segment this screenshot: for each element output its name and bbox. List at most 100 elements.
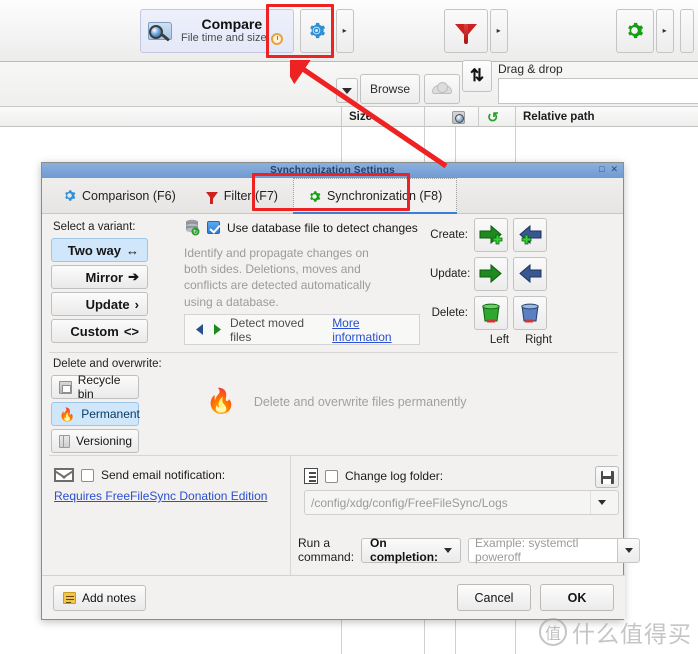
notifications-section: Send email notification: Requires FreeFi…	[42, 456, 641, 578]
green-trash-icon	[482, 303, 500, 323]
run-command-history-dropdown[interactable]	[618, 537, 641, 563]
email-notification-label: Send email notification:	[101, 468, 226, 482]
column-header-size[interactable]: Size	[349, 107, 372, 127]
green-right-arrow-icon	[479, 263, 502, 284]
browse-button[interactable]: Browse	[360, 74, 420, 104]
flame-icon: 🔥	[206, 388, 236, 415]
dragdrop-field[interactable]	[498, 78, 698, 104]
more-information-link[interactable]: More information	[332, 316, 419, 344]
tab-synchronization[interactable]: Synchronization (F8)	[292, 178, 458, 214]
cloud-button[interactable]	[424, 74, 460, 104]
filter-dropdown[interactable]: ▸	[489, 8, 508, 53]
chevron-down-icon	[624, 547, 633, 553]
dragdrop-label: Drag & drop	[498, 62, 563, 76]
tab-comparison[interactable]: Comparison (F6)	[48, 178, 191, 213]
red-funnel-icon	[454, 24, 477, 44]
compare-subtitle: File time and size	[181, 32, 267, 45]
delete-option-versioning[interactable]: Versioning	[51, 429, 139, 453]
create-right-button[interactable]	[513, 218, 547, 252]
add-notes-button[interactable]: Add notes	[53, 584, 147, 611]
toolbar-edge-button[interactable]	[679, 8, 694, 53]
variant-section-label: Select a variant:	[53, 221, 136, 233]
donation-edition-link[interactable]: Requires FreeFileSync Donation Edition	[54, 489, 267, 503]
delete-overwrite-label: Delete and overwrite:	[53, 358, 162, 370]
run-command-placeholder: Example: systemctl poweroff	[475, 536, 579, 564]
delete-right-button[interactable]	[513, 296, 547, 330]
compare-button[interactable]: Compare File time and size	[140, 8, 294, 53]
sync-settings-button[interactable]	[615, 8, 654, 53]
versioning-icon	[59, 434, 70, 448]
run-command-trigger-select[interactable]: On completion:	[361, 536, 462, 564]
blue-gear-icon	[65, 190, 76, 201]
right-arrow-icon: ➔	[128, 269, 139, 284]
action-row-update: Update:	[430, 257, 620, 291]
variant-option-custom[interactable]: Custom <>	[51, 319, 148, 343]
column-header-relative-path[interactable]: Relative path	[523, 107, 595, 127]
chevron-down-icon	[597, 500, 606, 505]
variant-section: Select a variant: Two way ↔ Mirror ➔ Upd…	[42, 214, 625, 353]
create-left-button[interactable]	[474, 218, 508, 252]
delete-label: Delete:	[431, 307, 468, 319]
dialog-title: Synchronization Settings	[270, 165, 395, 176]
create-label: Create:	[430, 229, 468, 241]
delete-overwrite-section: Delete and overwrite: Recycle bin 🔥 Perm…	[42, 353, 625, 455]
tab-label: Filter (F7)	[223, 188, 278, 203]
variant-option-mirror[interactable]: Mirror ➔	[51, 265, 148, 289]
comparison-settings-button[interactable]	[299, 8, 334, 53]
maximize-icon[interactable]: □	[599, 165, 604, 174]
use-database-label: Use database file to detect changes	[227, 220, 418, 235]
add-notes-label: Add notes	[82, 590, 137, 605]
swap-sides-button[interactable]: ⇅	[462, 60, 492, 92]
sync-settings-dropdown[interactable]: ▸	[655, 8, 674, 53]
main-toolbar: Compare File time and size ▸ ▸ ▸	[0, 0, 698, 62]
change-log-folder-label: Change log folder:	[345, 469, 444, 483]
side-label-right: Right	[525, 334, 552, 346]
magnifier-icon	[452, 110, 465, 124]
delete-option-label: Versioning	[76, 434, 133, 448]
dialog-footer: Add notes Cancel OK	[42, 575, 625, 619]
delete-overwrite-description-row: 🔥 Delete and overwrite files permanently	[206, 390, 467, 414]
update-right-button[interactable]	[513, 257, 547, 291]
log-folder-dropdown[interactable]	[590, 491, 612, 514]
green-refresh-icon: ↺	[487, 108, 499, 125]
email-notification-checkbox[interactable]	[81, 468, 94, 482]
chevron-down-icon	[444, 547, 453, 553]
delete-overwrite-description: Delete and overwrite files permanently	[253, 395, 467, 409]
variant-option-two-way[interactable]: Two way ↔	[51, 238, 148, 262]
green-right-arrow-plus-icon	[479, 224, 503, 245]
detect-moved-files-box: Detect moved files More information	[184, 314, 420, 345]
comparison-settings-dropdown[interactable]: ▸	[335, 8, 354, 53]
close-icon[interactable]: ✕	[610, 165, 618, 174]
green-gear-icon	[310, 190, 321, 202]
update-label: Update:	[430, 268, 471, 280]
variant-description: Identify and propagate changes on both s…	[184, 246, 371, 309]
action-side-labels: Left Right	[430, 334, 620, 346]
update-left-button[interactable]	[474, 257, 508, 291]
variant-option-update[interactable]: Update ›	[51, 292, 148, 316]
delete-left-button[interactable]	[474, 296, 508, 330]
variant-label: Update	[85, 296, 130, 312]
tab-filter[interactable]: Filter (F7)	[191, 178, 293, 213]
use-database-checkbox[interactable]	[207, 221, 220, 234]
magnifier-folder-icon	[147, 17, 175, 45]
column-header-preview[interactable]	[452, 107, 465, 127]
log-folder-save-button[interactable]	[595, 466, 619, 488]
filter-button[interactable]	[443, 8, 488, 53]
variant-label: Two way	[67, 242, 121, 258]
blue-left-arrow-icon	[519, 263, 542, 284]
ok-button[interactable]: OK	[540, 584, 614, 611]
column-header-sync-action[interactable]: ↺	[487, 107, 499, 127]
svg-text:↻: ↻	[193, 229, 198, 236]
folder-history-dropdown[interactable]	[336, 78, 358, 103]
delete-option-permanent[interactable]: 🔥 Permanent	[51, 402, 140, 426]
dialog-tabs: Comparison (F6) Filter (F7) Synchronizat…	[42, 178, 623, 214]
two-way-arrow-icon: ↔	[126, 242, 139, 258]
log-folder-path-input[interactable]: /config/xdg/config/FreeFileSync/Logs	[304, 490, 619, 515]
cancel-button[interactable]: Cancel	[457, 584, 531, 611]
delete-option-recycle-bin[interactable]: Recycle bin	[51, 373, 139, 401]
chevron-right-icon: ▸	[662, 26, 667, 35]
sync-actions: Create: Update: Delete: Left Right	[430, 218, 620, 346]
grid-header: Size ↺ Relative path	[0, 107, 698, 127]
change-log-folder-checkbox[interactable]	[325, 469, 338, 483]
run-command-input[interactable]: Example: systemctl poweroff	[468, 536, 619, 564]
